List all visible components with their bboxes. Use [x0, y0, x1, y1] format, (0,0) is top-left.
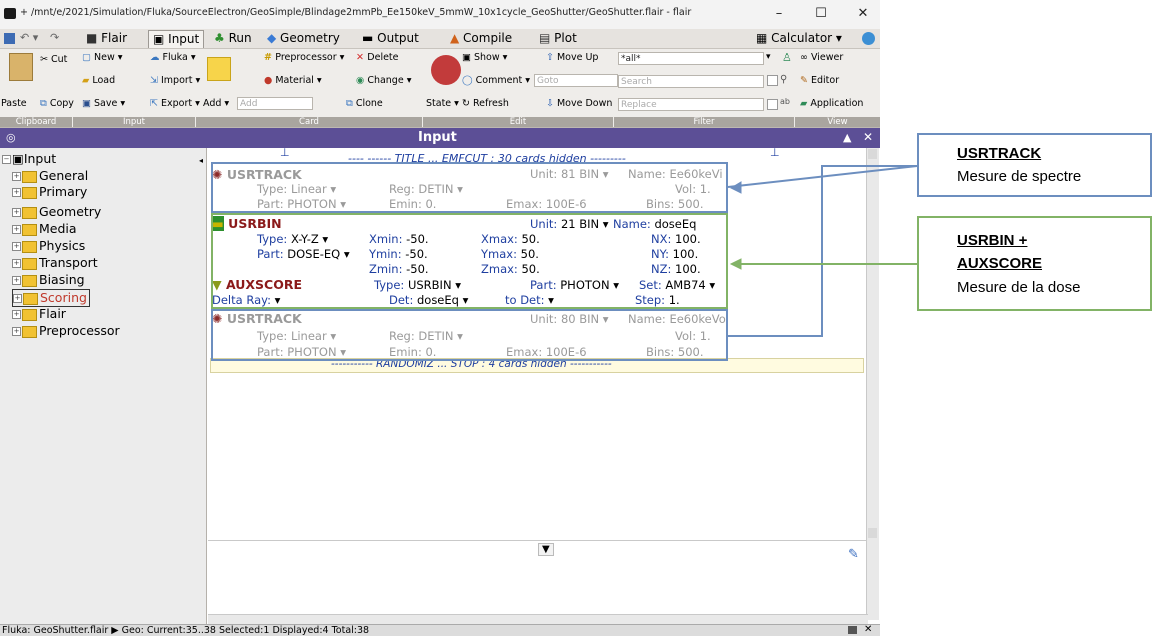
annotation-usrtrack: USRTRACK Mesure de spectre — [917, 133, 1152, 197]
annotation-usrbin-text: Mesure de la dose — [957, 279, 1081, 296]
arrowhead-usrtrack — [729, 181, 742, 194]
annotation-usrbin-title-2: AUXSCORE — [957, 255, 1043, 272]
connector-usrtrack-bottom — [728, 165, 917, 337]
annotation-usrtrack-title: USRTRACK — [957, 145, 1042, 162]
arrowhead-usrbin — [729, 258, 742, 270]
annotation-connectors — [727, 165, 918, 337]
annotation-usrbin: USRBIN + AUXSCORE Mesure de la dose — [917, 216, 1152, 311]
annotation-usrbin-title-1: USRBIN + — [957, 232, 1028, 249]
annotation-usrtrack-text: Mesure de spectre — [957, 168, 1082, 185]
